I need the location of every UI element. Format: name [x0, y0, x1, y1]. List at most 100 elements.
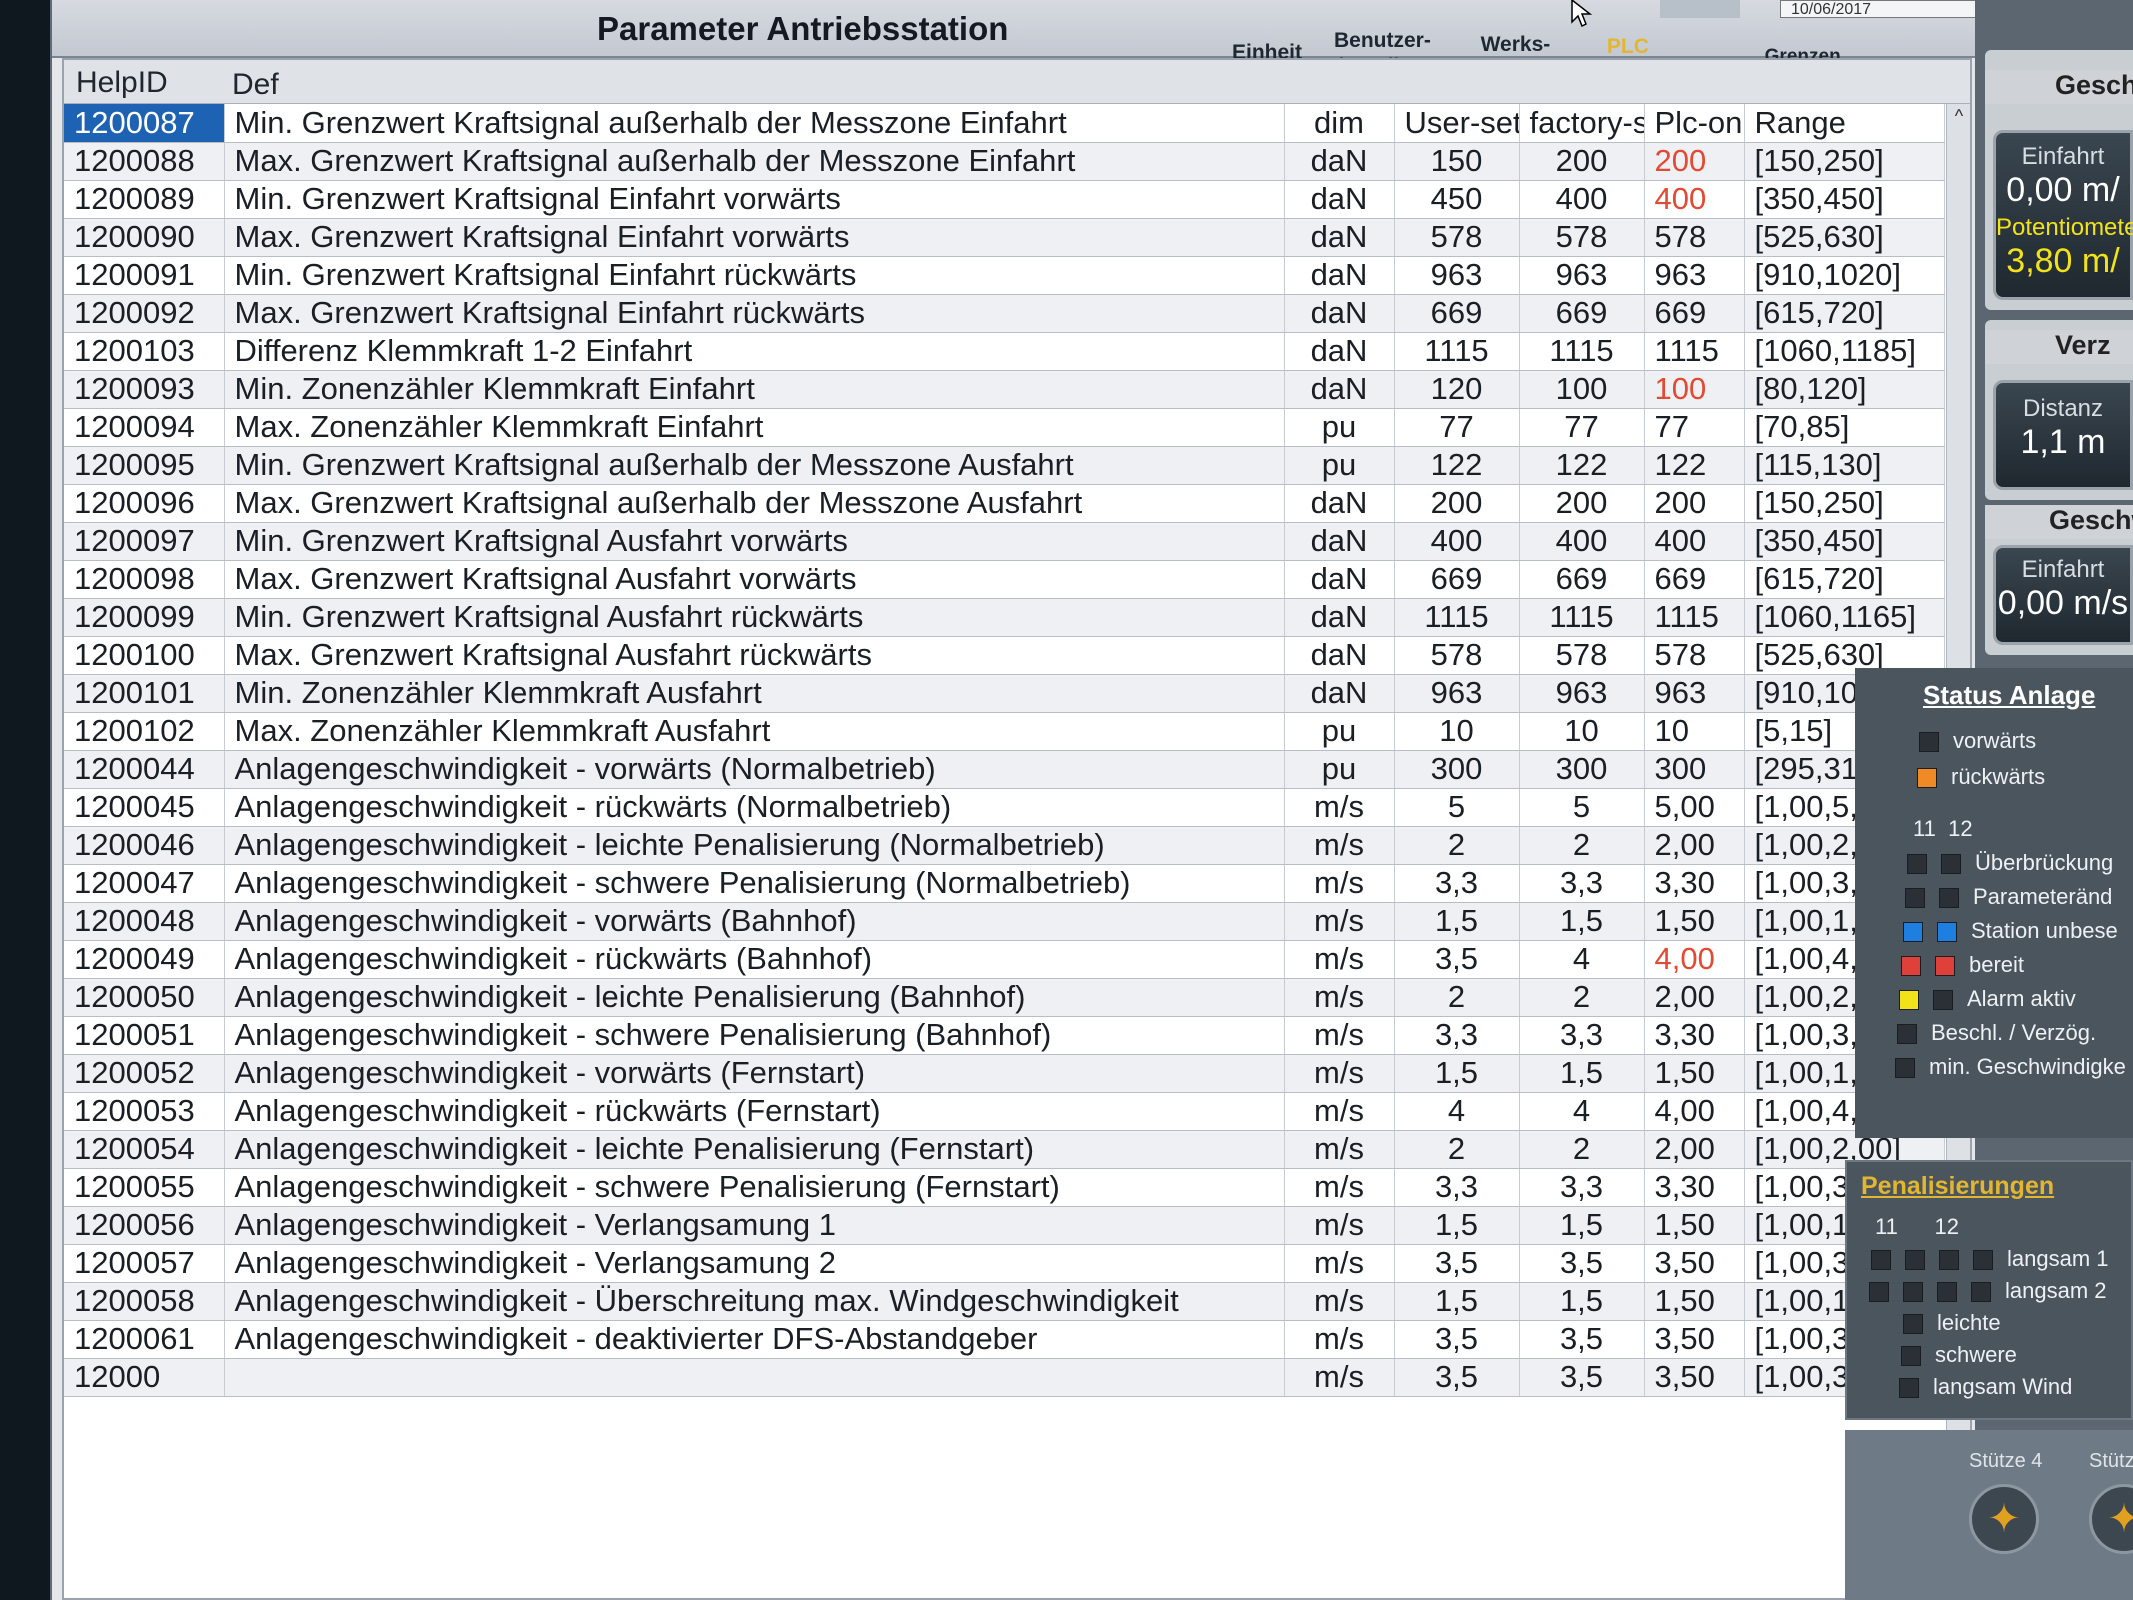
plc-online-cell[interactable]: 578	[1644, 218, 1745, 257]
def-cell[interactable]: Anlagengeschwindigkeit - rückwärts (Bahn…	[224, 940, 1285, 979]
dim-cell[interactable]: m/s	[1284, 1320, 1395, 1359]
user-setting-cell[interactable]: 1115	[1394, 598, 1520, 637]
user-setting-cell[interactable]: 2	[1394, 978, 1520, 1017]
table-row[interactable]: 1200048 Anlagengeschwindigkeit - vorwärts…	[64, 902, 1945, 941]
table-row[interactable]: 1200046 Anlagengeschwindigkeit - leichte …	[64, 826, 1945, 865]
plc-online-cell[interactable]: 122	[1644, 446, 1745, 485]
plc-online-cell[interactable]: 3,50	[1644, 1244, 1745, 1283]
plc-online-cell[interactable]: 77	[1644, 408, 1745, 447]
user-setting-cell[interactable]: 300	[1394, 750, 1520, 789]
factory-setting-cell[interactable]: 3,3	[1519, 1168, 1645, 1207]
helpid-cell[interactable]: 1200097	[64, 522, 225, 561]
factory-setting-cell[interactable]: 3,5	[1519, 1320, 1645, 1359]
factory-setting-cell[interactable]: 1115	[1519, 598, 1645, 637]
def-cell[interactable]: Anlagengeschwindigkeit - deaktivierter D…	[224, 1320, 1285, 1359]
user-setting-cell[interactable]: 450	[1394, 180, 1520, 219]
user-setting-cell[interactable]: 10	[1394, 712, 1520, 751]
def-cell[interactable]: Min. Grenzwert Kraftsignal Ausfahrt vorw…	[224, 522, 1285, 561]
helpid-cell[interactable]: 1200048	[64, 902, 225, 941]
table-row[interactable]: 1200102 Max. Zonenzähler Klemmkraft Ausfa…	[64, 712, 1945, 751]
table-row[interactable]: 1200057 Anlagengeschwindigkeit - Verlangs…	[64, 1244, 1945, 1283]
def-cell[interactable]: Anlagengeschwindigkeit - Verlangsamung 1	[224, 1206, 1285, 1245]
dim-cell[interactable]: daN	[1284, 522, 1395, 561]
compass2-icon[interactable]: ✦	[2089, 1484, 2133, 1554]
range-cell[interactable]: [150,250]	[1744, 142, 1945, 181]
plc-online-cell[interactable]: 578	[1644, 636, 1745, 675]
dim-cell[interactable]: pu	[1284, 446, 1395, 485]
helpid-cell[interactable]: 1200052	[64, 1054, 225, 1093]
dim-cell[interactable]: daN	[1284, 180, 1395, 219]
def-cell[interactable]: Min. Grenzwert Kraftsignal Einfahrt rück…	[224, 256, 1285, 295]
user-setting-cell[interactable]: 963	[1394, 256, 1520, 295]
helpid-cell[interactable]: 1200091	[64, 256, 225, 295]
helpid-cell[interactable]: 1200050	[64, 978, 225, 1017]
user-setting-cell[interactable]: 3,3	[1394, 1016, 1520, 1055]
helpid-cell[interactable]: 1200087	[64, 104, 225, 143]
plc-online-cell[interactable]: 3,30	[1644, 1016, 1745, 1055]
factory-setting-cell[interactable]: 1115	[1519, 332, 1645, 371]
table-row[interactable]: 1200094 Max. Zonenzähler Klemmkraft Einfa…	[64, 408, 1945, 447]
plc-online-cell[interactable]: 3,50	[1644, 1320, 1745, 1359]
dim-cell[interactable]: m/s	[1284, 1054, 1395, 1093]
def-cell[interactable]: Anlagengeschwindigkeit - leichte Penalis…	[224, 826, 1285, 865]
dim-cell[interactable]: m/s	[1284, 1206, 1395, 1245]
table-row[interactable]: 1200100 Max. Grenzwert Kraftsignal Ausfah…	[64, 636, 1945, 675]
def-cell[interactable]: Min. Grenzwert Kraftsignal Ausfahrt rück…	[224, 598, 1285, 637]
dim-cell[interactable]: daN	[1284, 256, 1395, 295]
plc-online-cell[interactable]: 1115	[1644, 332, 1745, 371]
plc-online-cell[interactable]: 963	[1644, 256, 1745, 295]
user-setting-cell[interactable]: 1,5	[1394, 1054, 1520, 1093]
helpid-cell[interactable]: 1200058	[64, 1282, 225, 1321]
plc-online-cell[interactable]: 2,00	[1644, 1130, 1745, 1169]
table-row[interactable]: 1200061 Anlagengeschwindigkeit - deaktivi…	[64, 1320, 1945, 1359]
plc-column-header[interactable]: Plc-on	[1644, 104, 1745, 143]
dim-cell[interactable]: m/s	[1284, 1244, 1395, 1283]
def-cell[interactable]: Max. Grenzwert Kraftsignal Ausfahrt vorw…	[224, 560, 1285, 599]
factory-setting-cell[interactable]: 1,5	[1519, 1282, 1645, 1321]
factory-setting-cell[interactable]: 2	[1519, 1130, 1645, 1169]
range-cell[interactable]: [70,85]	[1744, 408, 1945, 447]
plc-online-cell[interactable]: 1115	[1644, 598, 1745, 637]
user-column-header[interactable]: User-seti	[1394, 104, 1520, 143]
helpid-cell[interactable]: 1200100	[64, 636, 225, 675]
def-cell[interactable]: Anlagengeschwindigkeit - vorwärts (Norma…	[224, 750, 1285, 789]
def-cell[interactable]: Differenz Klemmkraft 1-2 Einfahrt	[224, 332, 1285, 371]
helpid-cell[interactable]: 1200090	[64, 218, 225, 257]
dim-cell[interactable]: pu	[1284, 408, 1395, 447]
plc-online-cell[interactable]: 400	[1644, 180, 1745, 219]
table-row[interactable]: 1200058 Anlagengeschwindigkeit - Überschr…	[64, 1282, 1945, 1321]
factory-setting-cell[interactable]: 963	[1519, 256, 1645, 295]
dim-cell[interactable]: m/s	[1284, 1358, 1395, 1397]
helpid-cell[interactable]: 1200056	[64, 1206, 225, 1245]
def-cell[interactable]: Anlagengeschwindigkeit - schwere Penalis…	[224, 1168, 1285, 1207]
plc-online-cell[interactable]: 4,00	[1644, 1092, 1745, 1131]
dim-cell[interactable]: m/s	[1284, 902, 1395, 941]
factory-setting-cell[interactable]: 122	[1519, 446, 1645, 485]
helpid-cell[interactable]: 1200054	[64, 1130, 225, 1169]
range-cell[interactable]: [115,130]	[1744, 446, 1945, 485]
user-setting-cell[interactable]: 3,3	[1394, 1168, 1520, 1207]
helpid-cell[interactable]: 1200053	[64, 1092, 225, 1131]
table-row[interactable]: 1200088 Max. Grenzwert Kraftsignal außerh…	[64, 142, 1945, 181]
user-setting-cell[interactable]: 120	[1394, 370, 1520, 409]
user-setting-cell[interactable]: 963	[1394, 674, 1520, 713]
plc-online-cell[interactable]: 400	[1644, 522, 1745, 561]
helpid-cell[interactable]: 1200049	[64, 940, 225, 979]
helpid-cell[interactable]: 1200044	[64, 750, 225, 789]
user-setting-cell[interactable]: 3,5	[1394, 1320, 1520, 1359]
helpid-cell[interactable]: 1200051	[64, 1016, 225, 1055]
def-cell[interactable]: Min. Zonenzähler Klemmkraft Einfahrt	[224, 370, 1285, 409]
def-cell[interactable]	[224, 1358, 1285, 1397]
plc-online-cell[interactable]: 963	[1644, 674, 1745, 713]
range-cell[interactable]: [1060,1165]	[1744, 598, 1945, 637]
plc-online-cell[interactable]: 669	[1644, 294, 1745, 333]
helpid-cell[interactable]: 1200046	[64, 826, 225, 865]
def-cell[interactable]: Min. Grenzwert Kraftsignal außerhalb der…	[224, 104, 1285, 143]
dim-cell[interactable]: daN	[1284, 598, 1395, 637]
user-setting-cell[interactable]: 150	[1394, 142, 1520, 181]
user-setting-cell[interactable]: 400	[1394, 522, 1520, 561]
helpid-cell[interactable]: 1200095	[64, 446, 225, 485]
helpid-cell[interactable]: 1200047	[64, 864, 225, 903]
factory-setting-cell[interactable]: 963	[1519, 674, 1645, 713]
table-row[interactable]: 1200099 Min. Grenzwert Kraftsignal Ausfah…	[64, 598, 1945, 637]
